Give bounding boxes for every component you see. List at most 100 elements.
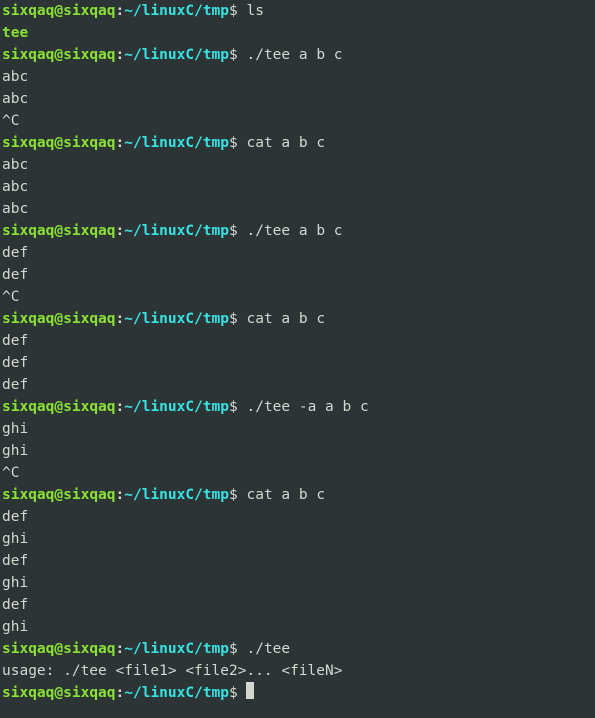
prompt-dollar: $ bbox=[229, 311, 246, 327]
prompt-dollar: $ bbox=[229, 223, 246, 239]
prompt-colon: : bbox=[116, 3, 125, 19]
prompt-user: sixqaq bbox=[2, 311, 54, 327]
output-text: ^C bbox=[2, 113, 19, 129]
prompt-at: @ bbox=[54, 399, 63, 415]
prompt-dollar: $ bbox=[229, 47, 246, 63]
prompt-colon: : bbox=[116, 135, 125, 151]
output-text: abc bbox=[2, 69, 28, 85]
terminal-line: def bbox=[2, 242, 593, 264]
terminal-line: abc bbox=[2, 176, 593, 198]
terminal-line: sixqaq@sixqaq:~/linuxC/tmp$ ./tee a b c bbox=[2, 220, 593, 242]
terminal-line: abc bbox=[2, 66, 593, 88]
prompt-dollar: $ bbox=[229, 135, 246, 151]
terminal-line: abc bbox=[2, 198, 593, 220]
command-text: cat a b c bbox=[246, 487, 325, 503]
prompt-user: sixqaq bbox=[2, 223, 54, 239]
prompt-user: sixqaq bbox=[2, 47, 54, 63]
prompt-host: sixqaq bbox=[63, 487, 115, 503]
output-text: ^C bbox=[2, 465, 19, 481]
prompt-at: @ bbox=[54, 223, 63, 239]
prompt-host: sixqaq bbox=[63, 399, 115, 415]
terminal-line: ghi bbox=[2, 572, 593, 594]
terminal-line: sixqaq@sixqaq:~/linuxC/tmp$ cat a b c bbox=[2, 308, 593, 330]
prompt-dollar: $ bbox=[229, 399, 246, 415]
terminal-line: tee bbox=[2, 22, 593, 44]
output-text: usage: ./tee <file1> <file2>... <fileN> bbox=[2, 663, 342, 679]
prompt-path: ~/linuxC/tmp bbox=[124, 3, 229, 19]
prompt-host: sixqaq bbox=[63, 311, 115, 327]
prompt-user: sixqaq bbox=[2, 135, 54, 151]
terminal-line: def bbox=[2, 330, 593, 352]
prompt-host: sixqaq bbox=[63, 135, 115, 151]
prompt-user: sixqaq bbox=[2, 399, 54, 415]
prompt-dollar: $ bbox=[229, 487, 246, 503]
command-text: cat a b c bbox=[246, 135, 325, 151]
output-text: ghi bbox=[2, 421, 28, 437]
terminal-line: sixqaq@sixqaq:~/linuxC/tmp$ ls bbox=[2, 0, 593, 22]
terminal-line: ^C bbox=[2, 110, 593, 132]
output-text: abc bbox=[2, 157, 28, 173]
terminal-line: def bbox=[2, 506, 593, 528]
output-text: def bbox=[2, 355, 28, 371]
output-text: def bbox=[2, 509, 28, 525]
prompt-at: @ bbox=[54, 135, 63, 151]
output-text: def bbox=[2, 597, 28, 613]
output-text: def bbox=[2, 267, 28, 283]
terminal-line: sixqaq@sixqaq:~/linuxC/tmp$ cat a b c bbox=[2, 132, 593, 154]
terminal-line: ^C bbox=[2, 286, 593, 308]
prompt-path: ~/linuxC/tmp bbox=[124, 135, 229, 151]
prompt-host: sixqaq bbox=[63, 641, 115, 657]
terminal-line: def bbox=[2, 374, 593, 396]
prompt-host: sixqaq bbox=[63, 685, 115, 701]
terminal[interactable]: sixqaq@sixqaq:~/linuxC/tmp$ lsteesixqaq@… bbox=[0, 0, 595, 704]
terminal-line: def bbox=[2, 264, 593, 286]
terminal-line: ghi bbox=[2, 616, 593, 638]
prompt-user: sixqaq bbox=[2, 487, 54, 503]
prompt-user: sixqaq bbox=[2, 3, 54, 19]
terminal-line: sixqaq@sixqaq:~/linuxC/tmp$ ./tee -a a b… bbox=[2, 396, 593, 418]
terminal-line: abc bbox=[2, 154, 593, 176]
prompt-colon: : bbox=[116, 487, 125, 503]
prompt-at: @ bbox=[54, 685, 63, 701]
command-text: ./tee a b c bbox=[246, 223, 342, 239]
command-text: cat a b c bbox=[246, 311, 325, 327]
prompt-path: ~/linuxC/tmp bbox=[124, 685, 229, 701]
terminal-line: sixqaq@sixqaq:~/linuxC/tmp$ ./tee a b c bbox=[2, 44, 593, 66]
output-text: def bbox=[2, 245, 28, 261]
output-text: abc bbox=[2, 201, 28, 217]
prompt-at: @ bbox=[54, 487, 63, 503]
prompt-dollar: $ bbox=[229, 641, 246, 657]
command-text: ./tee a b c bbox=[246, 47, 342, 63]
terminal-line: ^C bbox=[2, 462, 593, 484]
prompt-path: ~/linuxC/tmp bbox=[124, 47, 229, 63]
terminal-line: def bbox=[2, 594, 593, 616]
output-text: ghi bbox=[2, 531, 28, 547]
prompt-colon: : bbox=[116, 47, 125, 63]
output-text: ^C bbox=[2, 289, 19, 305]
prompt-at: @ bbox=[54, 311, 63, 327]
terminal-line: def bbox=[2, 352, 593, 374]
terminal-line: sixqaq@sixqaq:~/linuxC/tmp$ ./tee bbox=[2, 638, 593, 660]
terminal-line: sixqaq@sixqaq:~/linuxC/tmp$ bbox=[2, 682, 593, 704]
terminal-line: def bbox=[2, 550, 593, 572]
terminal-line: ghi bbox=[2, 440, 593, 462]
prompt-colon: : bbox=[116, 641, 125, 657]
command-text: ./tee bbox=[246, 641, 290, 657]
prompt-host: sixqaq bbox=[63, 3, 115, 19]
prompt-host: sixqaq bbox=[63, 223, 115, 239]
prompt-path: ~/linuxC/tmp bbox=[124, 487, 229, 503]
output-text: def bbox=[2, 333, 28, 349]
prompt-dollar: $ bbox=[229, 685, 246, 701]
prompt-path: ~/linuxC/tmp bbox=[124, 641, 229, 657]
output-text: abc bbox=[2, 91, 28, 107]
prompt-path: ~/linuxC/tmp bbox=[124, 223, 229, 239]
prompt-colon: : bbox=[116, 223, 125, 239]
prompt-at: @ bbox=[54, 641, 63, 657]
output-text: def bbox=[2, 377, 28, 393]
prompt-at: @ bbox=[54, 47, 63, 63]
output-text: ghi bbox=[2, 619, 28, 635]
prompt-colon: : bbox=[116, 311, 125, 327]
terminal-line: ghi bbox=[2, 528, 593, 550]
prompt-user: sixqaq bbox=[2, 641, 54, 657]
terminal-line: ghi bbox=[2, 418, 593, 440]
